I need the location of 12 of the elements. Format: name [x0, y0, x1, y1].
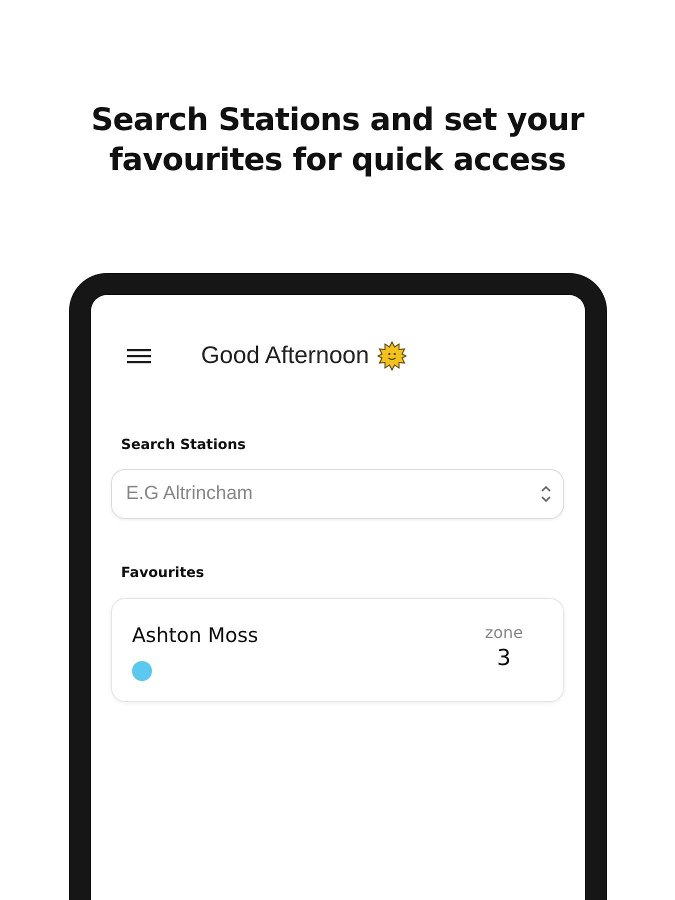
headline: Search Stations and set your favourites for quick access	[90, 101, 586, 180]
search-field[interactable]: E.G Altrincham	[111, 469, 564, 519]
favourites-label: Favourites	[121, 565, 206, 581]
zone-number: 3	[496, 646, 511, 671]
station-name: Ashton Moss	[132, 623, 258, 647]
favourite-card[interactable]: Ashton Moss zone 3	[111, 598, 564, 702]
greeting-title: Good Afternoon	[201, 342, 370, 370]
zone-label: zone	[484, 623, 523, 642]
sun-icon	[377, 341, 408, 371]
search-label: Search Stations	[121, 437, 247, 453]
menu-icon[interactable]	[127, 348, 151, 364]
up-down-chevron-icon	[540, 484, 552, 504]
